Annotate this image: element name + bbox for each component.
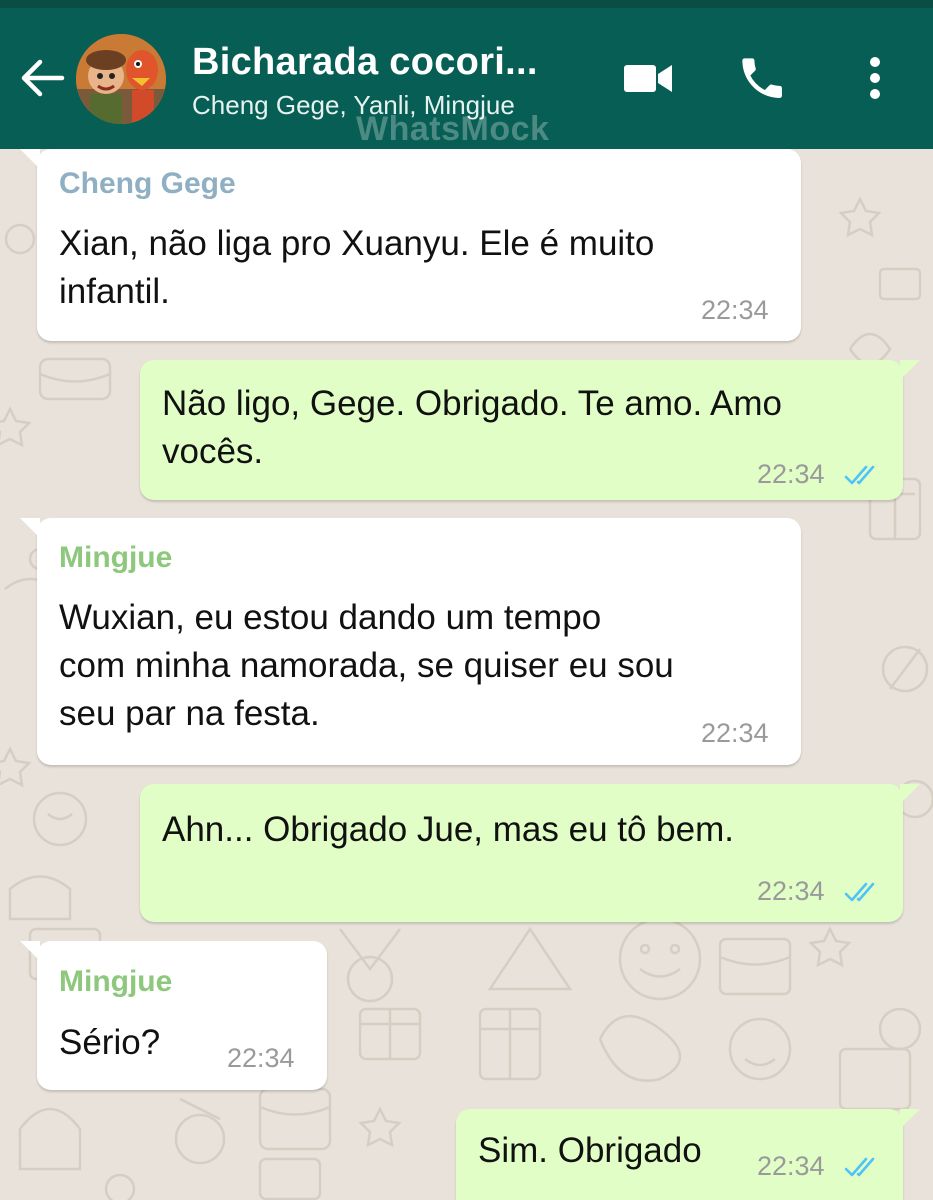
- group-avatar-image: [76, 34, 166, 124]
- status-bar-strip: [0, 0, 933, 8]
- message-line: Não ligo, Gege. Obrigado. Te amo. Amo: [162, 384, 782, 423]
- double-check-icon: [844, 1157, 875, 1177]
- more-vertical-icon[interactable]: [850, 48, 900, 108]
- chat-area[interactable]: Cheng Gege Xian, não liga pro Xuanyu. El…: [0, 149, 933, 1200]
- sender-name: Mingjue: [59, 965, 173, 998]
- message-time: 22:34: [227, 1043, 295, 1073]
- message-line: com minha namorada, se quiser eu sou: [59, 646, 674, 685]
- message-bubble-incoming[interactable]: Cheng Gege Xian, não liga pro Xuanyu. El…: [20, 149, 801, 341]
- message-bubble-outgoing[interactable]: Não ligo, Gege. Obrigado. Te amo. Amo vo…: [140, 360, 920, 500]
- message-time: 22:34: [757, 876, 825, 906]
- sender-name: Mingjue: [59, 541, 173, 574]
- arrow-left-icon[interactable]: [18, 56, 68, 100]
- double-check-icon: [844, 882, 875, 902]
- message-line: Sim. Obrigado: [478, 1131, 702, 1170]
- message-time: 22:34: [757, 1151, 825, 1181]
- message-bubble-incoming[interactable]: Mingjue Sério? 22:34: [20, 941, 327, 1090]
- sender-name: Cheng Gege: [59, 167, 236, 200]
- message-text: Sim. Obrigado: [478, 1127, 702, 1175]
- phone-icon[interactable]: [732, 48, 792, 108]
- chat-header: Bicharada cocori... Cheng Gege, Yanli, M…: [0, 8, 933, 149]
- message-bubble-outgoing[interactable]: Ahn... Obrigado Jue, mas eu tô bem. 22:3…: [140, 784, 920, 922]
- group-title[interactable]: Bicharada cocori...: [192, 41, 572, 84]
- message-line: vocês.: [162, 432, 264, 471]
- message-line: seu par na festa.: [59, 694, 320, 733]
- message-text: Wuxian, eu estou dando um tempo com minh…: [59, 594, 674, 738]
- message-line: Sério?: [59, 1023, 161, 1062]
- video-camera-icon[interactable]: [618, 48, 678, 108]
- message-text: Ahn... Obrigado Jue, mas eu tô bem.: [162, 806, 734, 854]
- message-text: Sério?: [59, 1019, 160, 1067]
- message-line: Wuxian, eu estou dando um tempo: [59, 598, 602, 637]
- double-check-icon: [844, 465, 875, 485]
- message-bubble-incoming[interactable]: Mingjue Wuxian, eu estou dando um tempo …: [20, 518, 801, 765]
- watermark: WhatsMock: [356, 110, 550, 148]
- group-avatar[interactable]: [76, 34, 166, 124]
- message-time: 22:34: [701, 295, 769, 325]
- message-bubble-outgoing[interactable]: Sim. Obrigado 22:34: [456, 1109, 920, 1200]
- message-line: Xian, não liga pro Xuanyu. Ele é muito: [59, 224, 655, 263]
- message-text: Não ligo, Gege. Obrigado. Te amo. Amo vo…: [162, 380, 782, 476]
- message-text: Xian, não liga pro Xuanyu. Ele é muito i…: [59, 220, 654, 316]
- message-time: 22:34: [757, 459, 825, 489]
- message-line: Ahn... Obrigado Jue, mas eu tô bem.: [162, 810, 734, 849]
- message-line: infantil.: [59, 272, 170, 311]
- message-time: 22:34: [701, 718, 769, 748]
